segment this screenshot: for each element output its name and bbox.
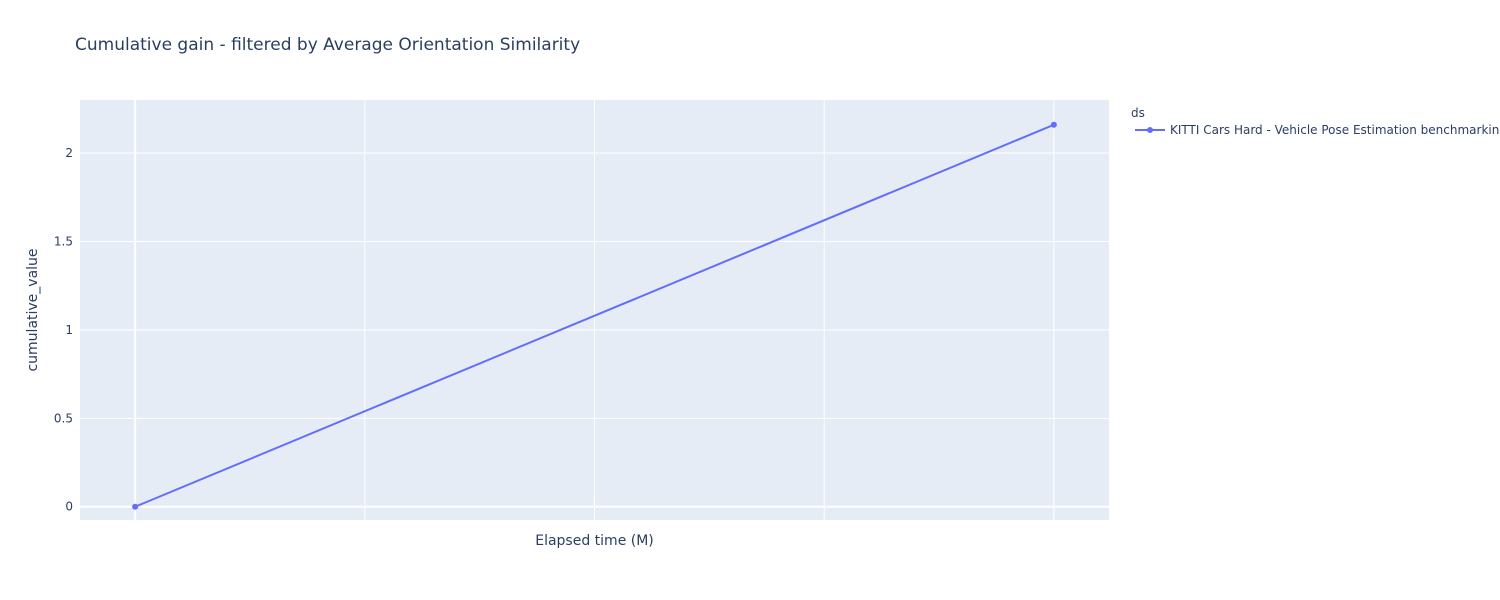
y-tick-label: 2 (65, 146, 73, 160)
y-tick-labels: 0 0.5 1 1.5 2 (54, 146, 73, 514)
chart: Cumulative gain - filtered by Average Or… (25, 35, 1500, 549)
y-tick-label: 0 (65, 500, 73, 514)
y-tick-label: 1.5 (54, 234, 73, 248)
y-axis-title: cumulative_value (25, 248, 41, 371)
x-axis-title: Elapsed time (M) (535, 533, 654, 549)
data-point (1050, 121, 1057, 128)
y-tick-label: 1 (65, 323, 73, 337)
y-tick-label: 0.5 (54, 411, 73, 425)
data-point (132, 503, 139, 510)
legend-label: KITTI Cars Hard - Vehicle Pose Estimatio… (1170, 123, 1500, 137)
chart-title: Cumulative gain - filtered by Average Or… (75, 35, 580, 55)
legend: ds KITTI Cars Hard - Vehicle Pose Estima… (1131, 106, 1500, 137)
legend-title: ds (1131, 106, 1145, 120)
legend-items: KITTI Cars Hard - Vehicle Pose Estimatio… (1135, 123, 1500, 137)
legend-marker (1147, 127, 1153, 133)
